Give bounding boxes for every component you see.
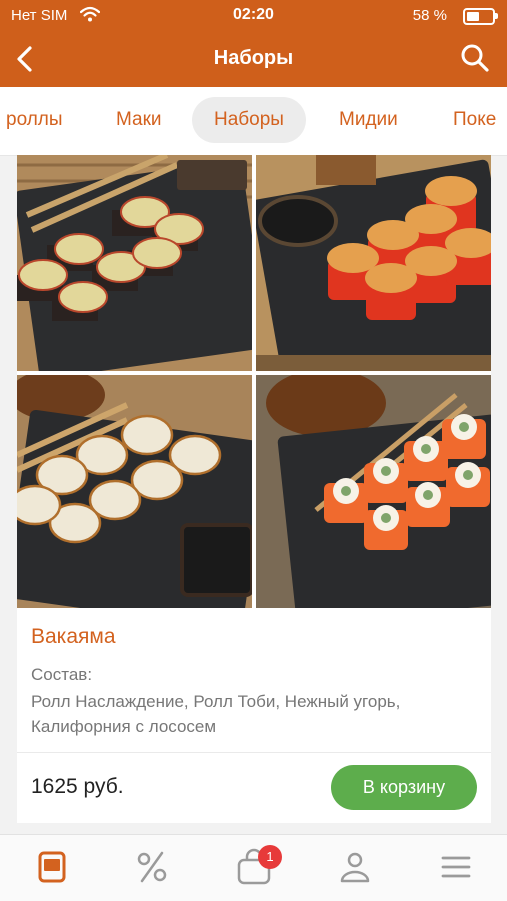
composition-text: Ролл Наслаждение, Ролл Тоби, Нежный угор… xyxy=(31,692,401,736)
tab-nabory[interactable]: Наборы xyxy=(192,97,306,143)
hamburger-icon[interactable] xyxy=(436,847,476,887)
photo-roll-naslazhdenie xyxy=(17,155,252,371)
tab-maki[interactable]: Маки xyxy=(116,97,162,143)
product-name: Вакаяма xyxy=(31,625,116,648)
bottom-nav xyxy=(0,834,507,901)
tab-poke[interactable]: Поке xyxy=(453,97,496,143)
battery-icon xyxy=(463,8,498,25)
tab-rolly[interactable]: роллы xyxy=(6,97,63,143)
menu-icon[interactable] xyxy=(32,847,72,887)
search-icon[interactable] xyxy=(459,42,491,74)
profile-icon[interactable] xyxy=(335,847,375,887)
add-to-cart-button[interactable]: В корзину xyxy=(331,765,477,810)
card-divider xyxy=(17,752,491,753)
battery-percent: 58 % xyxy=(412,7,447,24)
status-bar: Нет SIM 02:20 58 % xyxy=(0,0,507,30)
product-photo-collage xyxy=(17,155,491,608)
top-bar: Нет SIM 02:20 58 % Наборы xyxy=(0,0,507,87)
photo-roll-nezhny-ugor xyxy=(17,375,252,608)
product-price: 1625 руб. xyxy=(31,775,124,798)
discount-icon[interactable] xyxy=(132,847,172,887)
category-tabs: роллы Маки Наборы Мидии Поке xyxy=(0,87,507,156)
tab-midii[interactable]: Мидии xyxy=(339,97,398,143)
cart-badge: 1 xyxy=(258,845,282,869)
composition-label: Состав: xyxy=(31,665,93,684)
nav-bar: Наборы xyxy=(0,30,507,87)
page-title: Наборы xyxy=(213,47,294,69)
photo-roll-california xyxy=(256,375,491,608)
photo-roll-tobi xyxy=(256,155,491,371)
product-card[interactable]: Вакаяма Состав: Ролл Наслаждение, Ролл Т… xyxy=(17,155,491,823)
